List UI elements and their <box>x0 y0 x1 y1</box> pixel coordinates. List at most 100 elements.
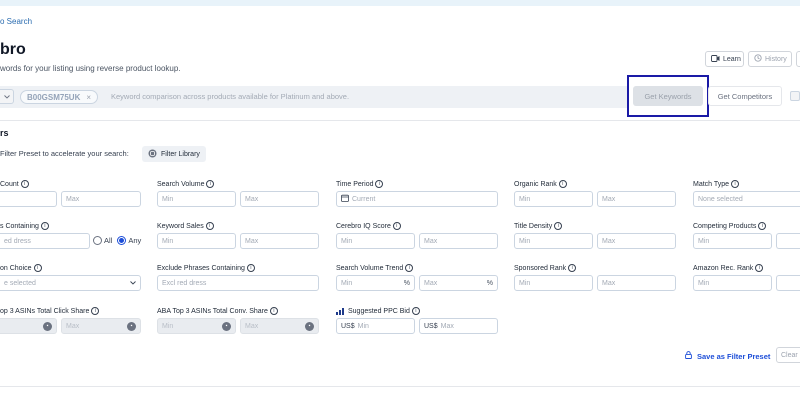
match-type-label: Match Type i <box>693 180 740 188</box>
page-title: bro <box>0 41 26 58</box>
keyword-sales-max-input[interactable]: Max <box>240 233 319 249</box>
amazon-rec-rank-label: Amazon Rec. Rank i <box>693 264 764 272</box>
info-icon[interactable]: i <box>731 180 740 188</box>
count-max-input[interactable]: Max <box>61 191 141 207</box>
competing-products-max-input[interactable] <box>776 233 800 249</box>
radio-any[interactable] <box>117 236 127 245</box>
info-icon[interactable]: i <box>558 180 567 188</box>
competitors-checkbox[interactable] <box>790 91 800 101</box>
cerebro-iq-label: Cerebro IQ Score i <box>336 222 401 230</box>
info-icon[interactable]: i <box>20 180 29 188</box>
max-placeholder: Max <box>602 195 616 203</box>
get-competitors-button[interactable]: Get Competitors <box>708 86 782 106</box>
lock-icon: ▪ <box>222 321 231 331</box>
info-icon[interactable]: i <box>392 222 401 230</box>
min-placeholder: Min <box>341 237 353 245</box>
time-period-input[interactable]: Current <box>336 191 498 207</box>
aba-conv-max-input[interactable]: Max ▪ <box>240 318 319 334</box>
title-density-label-text: Title Density <box>514 222 553 230</box>
search-placeholder: Keyword comparison across products avail… <box>111 92 350 101</box>
library-icon <box>148 149 157 160</box>
info-icon[interactable]: i <box>411 307 420 315</box>
min-placeholder: Min <box>341 279 353 287</box>
amazon-rec-rank-min-input[interactable]: Min <box>693 275 772 291</box>
learn-button[interactable]: Learn <box>705 51 744 67</box>
ppc-bid-label-text: Suggested PPC Bid <box>348 307 410 315</box>
save-filter-preset-button[interactable]: Save as Filter Preset <box>685 351 770 361</box>
info-icon[interactable]: i <box>755 264 764 272</box>
containing-input[interactable]: ed dress <box>0 233 90 249</box>
preset-text: Filter Preset to accelerate your search: <box>0 149 129 158</box>
competing-products-min-input[interactable]: Min <box>693 233 772 249</box>
history-button[interactable]: History <box>748 51 792 67</box>
info-icon[interactable]: i <box>269 307 278 315</box>
min-placeholder: Min <box>519 237 531 245</box>
count-min-input[interactable] <box>0 191 57 207</box>
info-icon[interactable]: i <box>568 264 577 272</box>
sponsored-rank-label: Sponsored Rank i <box>514 264 577 272</box>
sponsored-rank-max-input[interactable]: Max <box>597 275 676 291</box>
asin-chip[interactable]: B00GSM75UK × <box>20 90 99 104</box>
organic-rank-max-input[interactable]: Max <box>597 191 676 207</box>
radio-any-label: Any <box>128 236 142 245</box>
radio-all-label: All <box>104 236 113 245</box>
get-keywords-button[interactable]: Get Keywords <box>633 86 703 106</box>
back-to-search-link[interactable]: o Search <box>0 17 32 26</box>
max-placeholder: Max <box>66 195 80 203</box>
max-placeholder: Max <box>245 322 259 330</box>
divider <box>0 386 800 387</box>
info-icon[interactable]: i <box>33 264 42 272</box>
organic-rank-label-text: Organic Rank <box>514 180 557 188</box>
filter-library-button[interactable]: Filter Library <box>142 146 206 162</box>
title-density-min-input[interactable]: Min <box>514 233 593 249</box>
count-label-text: Count <box>0 180 19 188</box>
info-icon[interactable]: i <box>758 222 767 230</box>
min-placeholder: Min <box>519 279 531 287</box>
match-type-select[interactable]: None selected <box>693 191 800 207</box>
search-volume-min-input[interactable]: Min <box>157 191 236 207</box>
info-icon[interactable]: i <box>405 264 414 272</box>
max-placeholder: Max <box>424 279 438 287</box>
sv-trend-min-input[interactable]: Min% <box>336 275 415 291</box>
info-icon[interactable]: i <box>206 180 215 188</box>
sponsored-rank-min-input[interactable]: Min <box>514 275 593 291</box>
cerebro-iq-min-input[interactable]: Min <box>336 233 415 249</box>
divider <box>0 120 800 121</box>
aba-conv-min-input[interactable]: Min ▪ <box>157 318 236 334</box>
info-icon[interactable]: i <box>246 264 255 272</box>
title-density-max-input[interactable]: Max <box>597 233 676 249</box>
more-button[interactable] <box>796 51 800 67</box>
close-icon[interactable]: × <box>86 93 91 102</box>
choice-select[interactable]: e selected <box>0 275 141 291</box>
aba-click-share-label-text: op 3 ASINs Total Click Share <box>0 307 90 315</box>
info-icon[interactable]: i <box>375 180 384 188</box>
none-selected-placeholder: e selected <box>4 279 36 287</box>
aba-click-max-input[interactable]: Max ▪ <box>61 318 141 334</box>
none-selected-placeholder: None selected <box>698 195 743 203</box>
containing-label-text: s Containing <box>0 222 39 230</box>
ppc-bid-max-input[interactable]: US$ Max <box>419 318 498 334</box>
match-all-radio-group: All Any <box>93 236 141 245</box>
clear-button[interactable]: Clear <box>776 347 800 363</box>
organic-rank-min-input[interactable]: Min <box>514 191 593 207</box>
radio-all[interactable] <box>93 236 102 245</box>
exclude-phrases-input[interactable]: Excl red dress <box>157 275 319 291</box>
info-icon[interactable]: i <box>205 222 214 230</box>
calendar-icon <box>341 194 349 204</box>
info-icon[interactable]: i <box>91 307 100 315</box>
keyword-sales-min-input[interactable]: Min <box>157 233 236 249</box>
info-icon[interactable]: i <box>40 222 49 230</box>
search-volume-label: Search Volume i <box>157 180 215 188</box>
aba-click-min-input[interactable]: ▪ <box>0 318 57 334</box>
min-placeholder: Min <box>162 195 174 203</box>
ppc-bid-min-input[interactable]: US$ Min <box>336 318 415 334</box>
search-volume-max-input[interactable]: Max <box>240 191 319 207</box>
lock-icon <box>685 351 692 361</box>
lock-icon: ▪ <box>127 321 136 331</box>
sv-trend-max-input[interactable]: Max% <box>419 275 498 291</box>
cerebro-iq-max-input[interactable]: Max <box>419 233 498 249</box>
competing-products-label: Competing Products i <box>693 222 767 230</box>
info-icon[interactable]: i <box>554 222 563 230</box>
marketplace-dropdown[interactable] <box>0 89 14 104</box>
amazon-rec-rank-max-input[interactable] <box>776 275 800 291</box>
